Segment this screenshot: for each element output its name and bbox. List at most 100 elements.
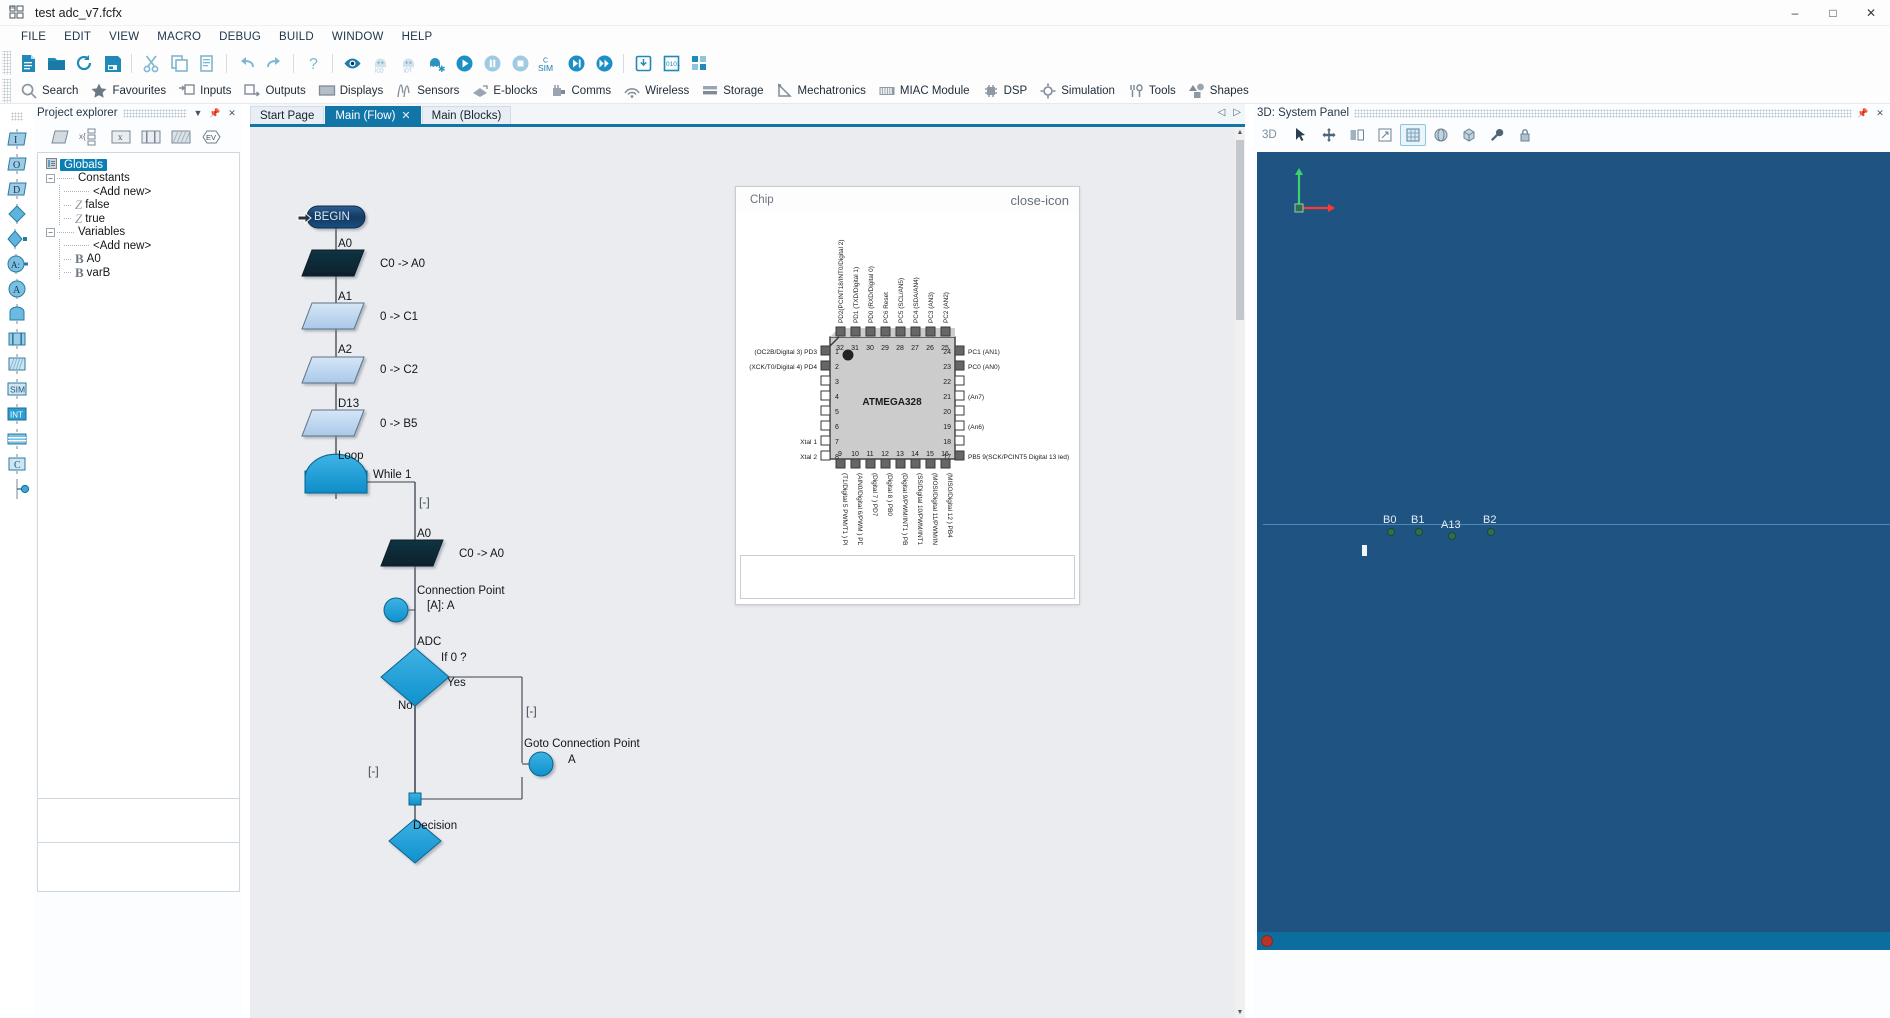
- tree-item-true[interactable]: Z true: [42, 211, 239, 226]
- branch-collapse-marker-2[interactable]: [-]: [368, 764, 379, 778]
- new-file-icon[interactable]: [14, 50, 42, 76]
- box-render-icon[interactable]: [1456, 124, 1482, 146]
- pan-move-icon[interactable]: [1316, 124, 1342, 146]
- component-sensors[interactable]: Sensors: [389, 80, 465, 102]
- rail-component-macro-icon[interactable]: [2, 326, 32, 351]
- save-icon[interactable]: [98, 50, 126, 76]
- tab-main-blocks[interactable]: Main (Blocks): [421, 106, 512, 124]
- record-status-icon[interactable]: [1261, 935, 1273, 947]
- pe-array-icon[interactable]: x{: [78, 126, 104, 148]
- stop-icon[interactable]: [506, 50, 534, 76]
- copy-icon[interactable]: [165, 50, 193, 76]
- rail-calculation-icon[interactable]: A:: [2, 251, 32, 276]
- chip-dialog[interactable]: Chip close-icon ATMEGA328 32 31 30 29 28…: [735, 186, 1080, 605]
- pe-ev-icon[interactable]: EV: [198, 126, 224, 148]
- close-icon[interactable]: ✕: [226, 108, 238, 119]
- project-options-icon[interactable]: [685, 50, 713, 76]
- component-inputs[interactable]: Inputs: [172, 80, 237, 102]
- menu-edit[interactable]: EDIT: [55, 28, 100, 46]
- help-question-icon[interactable]: ?: [299, 50, 327, 76]
- pe-struct-icon[interactable]: [168, 126, 194, 148]
- icd-ghost-icon[interactable]: ICD: [366, 50, 394, 76]
- component-comms[interactable]: Comms: [544, 80, 618, 102]
- component-bar-grip[interactable]: [2, 78, 11, 103]
- tab-start-page[interactable]: Start Page: [250, 106, 325, 124]
- undo-icon[interactable]: [232, 50, 260, 76]
- grid-snap-icon[interactable]: [1399, 124, 1426, 146]
- led-a13[interactable]: [1448, 532, 1456, 540]
- scroll-down-icon[interactable]: ▼: [1235, 1007, 1245, 1018]
- led-b1[interactable]: [1415, 528, 1423, 536]
- pause-icon[interactable]: [478, 50, 506, 76]
- component-mechatronics[interactable]: Mechatronics: [770, 80, 872, 102]
- reload-icon[interactable]: [70, 50, 98, 76]
- maximize-button[interactable]: □: [1814, 0, 1852, 26]
- scroll-thumb[interactable]: [1236, 140, 1244, 320]
- tree-item-variables-add-new[interactable]: <Add new>: [42, 239, 239, 253]
- rail-interrupt-icon[interactable]: INT: [2, 401, 32, 426]
- menu-build[interactable]: BUILD: [270, 28, 323, 46]
- menu-file[interactable]: FILE: [12, 28, 55, 46]
- component-wireless[interactable]: Wireless: [617, 80, 695, 102]
- menu-view[interactable]: VIEW: [100, 28, 148, 46]
- component-miac-module[interactable]: MIAC Module: [872, 80, 976, 102]
- tree-item-a0[interactable]: B A0: [42, 251, 239, 266]
- branch-collapse-marker-1[interactable]: [-]: [419, 495, 430, 509]
- minimize-button[interactable]: –: [1776, 0, 1814, 26]
- pointer-select-icon[interactable]: [1288, 124, 1314, 146]
- tree-item-constants-add-new[interactable]: <Add new>: [42, 185, 239, 199]
- component-dsp[interactable]: DSP: [976, 80, 1034, 102]
- binary-0101-icon[interactable]: 0101: [657, 50, 685, 76]
- scale-icon[interactable]: [1372, 124, 1398, 146]
- panel-drag-dots[interactable]: [122, 108, 187, 118]
- component-outputs[interactable]: Outputs: [237, 80, 311, 102]
- system-panel-3d-viewport[interactable]: B0 B1 A13 B2: [1257, 152, 1890, 932]
- component-shapes[interactable]: Shapes: [1182, 80, 1255, 102]
- rail-sim-icon[interactable]: SIM: [2, 376, 32, 401]
- ghost-star-icon[interactable]: ✱: [422, 50, 450, 76]
- branch-collapse-marker-3[interactable]: [-]: [526, 704, 537, 718]
- tab-next-icon[interactable]: ▷: [1233, 107, 1241, 118]
- sphere-render-icon[interactable]: [1428, 124, 1454, 146]
- rail-loop-icon[interactable]: [2, 301, 32, 326]
- tree-item-variables[interactable]: − Variables: [42, 226, 239, 240]
- scroll-up-icon[interactable]: ▲: [1235, 127, 1245, 138]
- rail-decision-icon[interactable]: [2, 201, 32, 226]
- project-explorer-tree[interactable]: Globals − Constants <Add new> Z false Z …: [37, 152, 240, 892]
- tab-main-flow[interactable]: Main (Flow) ✕: [325, 106, 421, 124]
- rail-c-code-icon[interactable]: C: [2, 451, 32, 476]
- flip-panel-icon[interactable]: [1344, 124, 1370, 146]
- rail-grip[interactable]: [11, 112, 23, 121]
- rail-delay-icon[interactable]: D: [2, 176, 32, 201]
- redo-icon[interactable]: [260, 50, 288, 76]
- expander-constants[interactable]: −: [46, 173, 55, 183]
- led-b0[interactable]: [1387, 528, 1395, 536]
- rail-string-icon[interactable]: A: [2, 276, 32, 301]
- component-search[interactable]: Search: [14, 80, 84, 102]
- toolbar-grip[interactable]: [2, 51, 11, 75]
- iot-ghost-icon[interactable]: IOT: [394, 50, 422, 76]
- close-button[interactable]: ✕: [1852, 0, 1890, 26]
- rail-output-icon[interactable]: O: [2, 151, 32, 176]
- flowchart-canvas[interactable]: BEGIN A0 C0 -> A0 A1 0 -> C1 A2 0 -> C2 …: [250, 127, 1235, 1018]
- cut-scissors-icon[interactable]: [137, 50, 165, 76]
- run-play-icon[interactable]: [450, 50, 478, 76]
- panel-drag-dots[interactable]: [1354, 108, 1852, 118]
- component-eblocks[interactable]: E-blocks: [465, 80, 543, 102]
- tree-item-globals[interactable]: Globals: [42, 157, 239, 172]
- rail-connection-point-icon[interactable]: [2, 476, 32, 501]
- tree-item-varb[interactable]: B varB: [42, 265, 239, 280]
- menu-help[interactable]: HELP: [393, 28, 442, 46]
- component-tools[interactable]: Tools: [1121, 80, 1182, 102]
- tree-item-constants[interactable]: − Constants: [42, 172, 239, 186]
- pe-macro-icon[interactable]: [138, 126, 164, 148]
- lock-icon[interactable]: [1512, 124, 1538, 146]
- component-storage[interactable]: Storage: [695, 80, 769, 102]
- compile-chip-icon[interactable]: [629, 50, 657, 76]
- menu-debug[interactable]: DEBUG: [210, 28, 270, 46]
- open-folder-icon[interactable]: [42, 50, 70, 76]
- paste-icon[interactable]: [193, 50, 221, 76]
- pe-variable-icon[interactable]: [48, 126, 74, 148]
- project-explorer-properties-pane[interactable]: [37, 798, 240, 843]
- led-b2[interactable]: [1487, 528, 1495, 536]
